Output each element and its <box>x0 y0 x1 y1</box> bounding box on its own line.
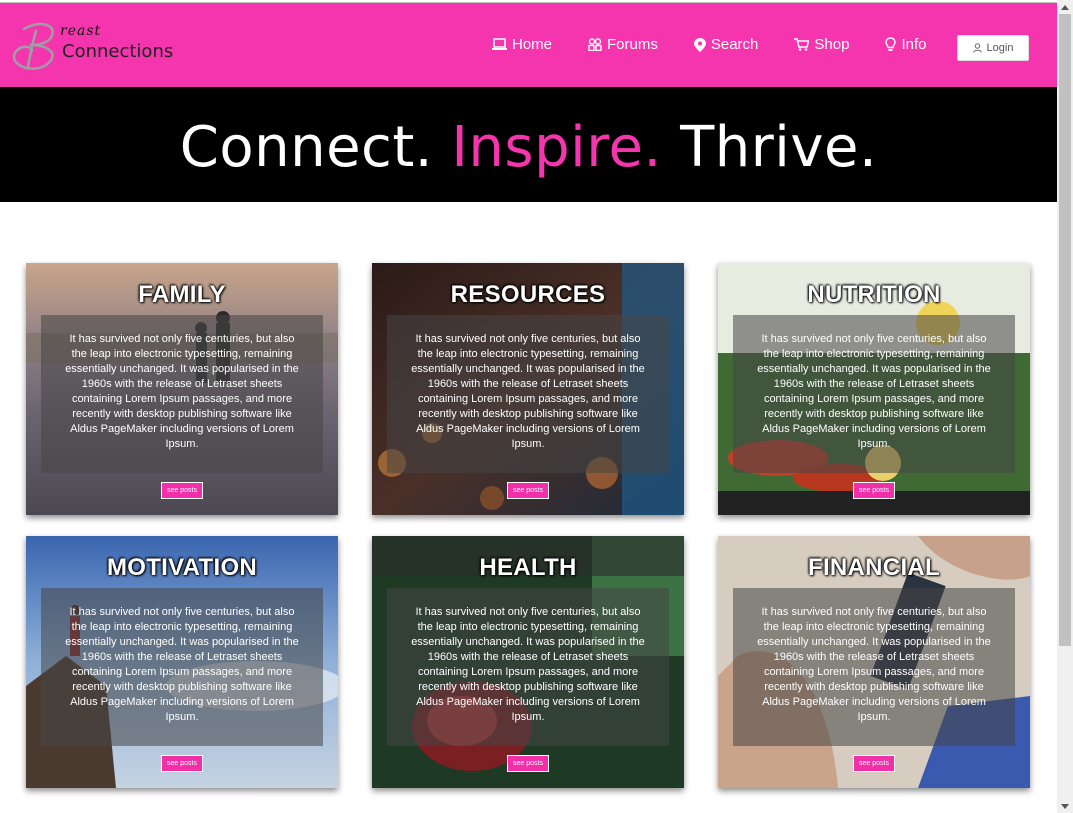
navbar: reast Connections Home Forums Search Sho… <box>0 2 1057 88</box>
card-description-box: It has survived not only five centuries,… <box>387 588 669 746</box>
card-description: It has survived not only five centuries,… <box>757 333 991 450</box>
main-nav: Home Forums Search Shop Info <box>492 36 962 53</box>
nav-info[interactable]: Info <box>885 36 926 53</box>
card-title: HEALTH <box>479 554 577 581</box>
nav-shop[interactable]: Shop <box>794 36 849 53</box>
login-button[interactable]: Login <box>957 35 1029 61</box>
card-description: It has survived not only five centuries,… <box>65 333 299 450</box>
card-description-box: It has survived not only five centuries,… <box>41 315 323 473</box>
scroll-up-arrow-icon[interactable] <box>1057 0 1073 14</box>
category-card-health[interactable]: HEALTH It has survived not only five cen… <box>372 536 684 788</box>
hero-thrive: Thrive. <box>680 115 878 180</box>
logo-b-icon <box>12 22 54 70</box>
map-pin-icon <box>693 37 706 52</box>
brand-word: Connections <box>62 41 174 62</box>
nav-forums-label: Forums <box>607 36 658 53</box>
nav-home[interactable]: Home <box>492 36 552 53</box>
card-description: It has survived not only five centuries,… <box>411 606 645 723</box>
nav-search[interactable]: Search <box>693 36 759 53</box>
nav-info-label: Info <box>901 36 927 53</box>
hero-heading: Connect. Inspire. Thrive. <box>180 115 878 180</box>
card-description-box: It has survived not only five centuries,… <box>733 588 1015 746</box>
hero-banner: Connect. Inspire. Thrive. <box>0 87 1057 202</box>
card-title: RESOURCES <box>450 281 606 308</box>
brand-logo[interactable]: reast Connections <box>10 21 180 71</box>
see-posts-button[interactable]: see posts <box>507 755 549 772</box>
category-card-motivation[interactable]: MOTIVATION It has survived not only five… <box>26 536 338 788</box>
scroll-thumb[interactable] <box>1059 14 1071 646</box>
nav-search-label: Search <box>710 36 759 53</box>
card-title: MOTIVATION <box>106 554 258 581</box>
category-card-nutrition[interactable]: NUTRITION It has survived not only five … <box>718 263 1030 515</box>
category-card-resources[interactable]: RESOURCES It has survived not only five … <box>372 263 684 515</box>
see-posts-button[interactable]: see posts <box>507 482 549 499</box>
card-title: NUTRITION <box>807 281 941 308</box>
scroll-down-arrow-icon[interactable] <box>1057 799 1073 813</box>
brand-script: reast <box>60 23 102 39</box>
card-description-box: It has survived not only five centuries,… <box>41 588 323 746</box>
laptop-icon <box>492 38 507 50</box>
see-posts-button[interactable]: see posts <box>853 755 895 772</box>
cart-icon <box>794 38 810 51</box>
users-icon <box>588 38 602 51</box>
login-label: Login <box>986 42 1014 54</box>
card-description: It has survived not only five centuries,… <box>65 606 299 723</box>
category-card-family[interactable]: FAMILY It has survived not only five cen… <box>26 263 338 515</box>
nav-shop-label: Shop <box>814 36 850 53</box>
card-title: FAMILY <box>138 281 226 308</box>
nav-home-label: Home <box>512 36 553 53</box>
see-posts-button[interactable]: see posts <box>161 482 203 499</box>
nav-forums[interactable]: Forums <box>588 36 658 53</box>
hero-inspire: Inspire. <box>451 115 662 180</box>
card-description-box: It has survived not only five centuries,… <box>387 315 669 473</box>
user-icon <box>972 43 982 53</box>
vertical-scrollbar[interactable] <box>1057 0 1073 813</box>
card-title: FINANCIAL <box>807 554 941 581</box>
hero-connect: Connect. <box>179 115 434 180</box>
see-posts-button[interactable]: see posts <box>161 755 203 772</box>
category-card-financial[interactable]: FINANCIAL It has survived not only five … <box>718 536 1030 788</box>
card-description: It has survived not only five centuries,… <box>757 606 991 723</box>
bulb-icon <box>885 37 897 51</box>
page: reast Connections Home Forums Search Sho… <box>0 0 1057 813</box>
card-description-box: It has survived not only five centuries,… <box>733 315 1015 473</box>
see-posts-button[interactable]: see posts <box>853 482 895 499</box>
card-description: It has survived not only five centuries,… <box>411 333 645 450</box>
